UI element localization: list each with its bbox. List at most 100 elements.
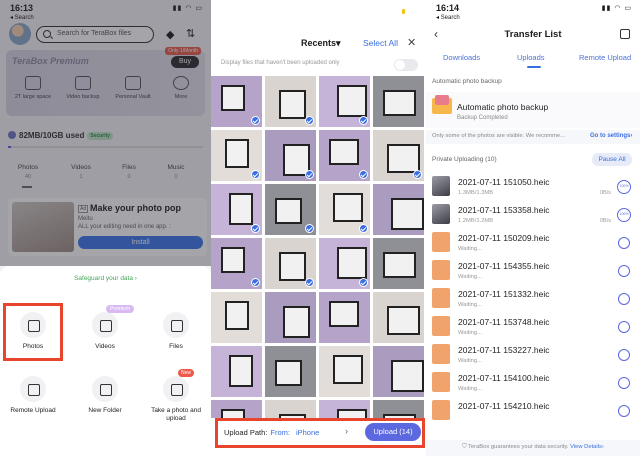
pending-ring-icon[interactable] [618,405,630,417]
transfer-row[interactable]: 2021-07-11 154100.heic Waiting... [426,370,640,398]
photo-thumbnail[interactable] [265,184,316,235]
photo-content [275,198,302,224]
transfer-status: Waiting... [458,330,482,336]
transfer-status: Waiting... [458,246,482,252]
progress-ring[interactable]: 100% [617,180,631,194]
selected-check-icon [251,170,260,179]
photo-thumbnail[interactable] [373,76,424,127]
photo-content [329,139,359,165]
photo-picker-panel: Recents▾ Select All ✕ Display files that… [211,0,426,456]
photo-thumbnail[interactable] [319,184,370,235]
upload-action-sheet: Safeguard your data › [0,266,211,456]
transfer-status: Waiting... [458,386,482,392]
section-label: Automatic photo backup [432,78,502,85]
pending-ring-icon[interactable] [618,377,630,389]
tab-active-indicator [527,66,541,68]
photo-thumbnail[interactable] [319,292,370,343]
photo-thumbnail[interactable] [319,76,370,127]
tab-remote-upload[interactable]: Remote Upload [579,53,631,62]
sheet-item-new-folder[interactable]: New Folder [75,376,135,415]
remote-upload-icon [20,376,46,402]
file-name: 2021-07-11 154100.heic [458,373,550,383]
photo-content [383,252,416,278]
pending-ring-icon[interactable] [618,349,630,361]
tab-uploads[interactable]: Uploads [517,53,545,62]
file-name: 2021-07-11 151050.heic [458,177,550,187]
selected-check-icon [305,224,314,233]
photo-thumbnail[interactable] [319,238,370,289]
photo-content [225,301,249,330]
pending-ring-icon[interactable] [618,237,630,249]
transfer-row[interactable]: 2021-07-11 153358.heic 1.2MB/1.2MB 0B/s 100… [426,202,640,230]
photo-thumbnail[interactable] [373,238,424,289]
sheet-item-remote-upload[interactable]: Remote Upload [3,376,63,415]
photo-thumbnail[interactable] [373,184,424,235]
photo-thumbnail[interactable] [265,238,316,289]
safeguard-link[interactable]: Safeguard your data › [0,275,211,282]
photo-thumbnail[interactable] [373,292,424,343]
progress-ring[interactable]: 100% [617,208,631,222]
image-file-icon [432,344,450,364]
photo-content [333,355,363,384]
photo-thumbnail[interactable] [211,130,262,181]
photo-content [225,139,249,168]
photo-thumbnail[interactable] [265,76,316,127]
file-name: 2021-07-11 153227.heic [458,345,550,355]
select-all-button[interactable]: Select All [363,38,398,48]
photo-content [337,247,367,279]
status-back-link[interactable]: ◂ Search [436,14,460,21]
image-file-icon [432,260,450,280]
photo-thumbnail[interactable] [211,184,262,235]
pending-ring-icon[interactable] [618,321,630,333]
selected-check-icon [251,116,260,125]
photo-thumbnail[interactable] [373,346,424,397]
photo-thumbnail[interactable] [265,130,316,181]
sheet-item-videos[interactable]: Videos [75,312,135,351]
status-indicator-icon [402,9,405,14]
photos-highlight-box [3,303,63,361]
photo-thumbnail[interactable] [373,130,424,181]
sheet-item-files[interactable]: Files [146,312,206,351]
photo-thumbnail[interactable] [319,130,370,181]
transfer-speed: 0B/s [600,218,612,224]
photo-thumbnail[interactable] [211,346,262,397]
photo-thumbnail[interactable] [211,238,262,289]
transfer-row[interactable]: 2021-07-11 150209.heic Waiting... [426,230,640,258]
sheet-item-take-photo[interactable]: Take a photo and upload [146,376,206,424]
unuploaded-only-toggle[interactable] [394,59,418,71]
selected-check-icon [251,224,260,233]
tab-downloads[interactable]: Downloads [443,53,480,62]
photo-content [279,252,306,281]
auto-backup-status: Backup Completed [457,115,508,121]
selected-check-icon [305,116,314,125]
transfer-speed: 0B/s [600,190,612,196]
photo-thumbnail[interactable] [319,346,370,397]
signal-wifi-battery-icon: ▮▮ ◠ ▭ [601,5,632,12]
transfer-row[interactable]: 2021-07-11 154210.heic [426,398,640,426]
photo-thumbnail[interactable] [211,76,262,127]
image-file-icon [432,316,450,336]
modal-overlay[interactable] [0,0,211,266]
security-footer: ⛉ TeraBox guarantees your data security.… [426,440,640,456]
transfer-row[interactable]: 2021-07-11 153227.heic Waiting... [426,342,640,370]
photo-thumbnail[interactable] [265,346,316,397]
album-selector[interactable]: Recents▾ [301,38,341,49]
transfer-row[interactable]: 2021-07-11 151332.heic Waiting... [426,286,640,314]
pending-ring-icon[interactable] [618,265,630,277]
photo-content [221,247,245,273]
transfer-row[interactable]: 2021-07-11 151050.heic 1.3MB/1.3MB 0B/s 100… [426,174,640,202]
file-name: 2021-07-11 154210.heic [458,401,550,411]
photo-content [387,144,420,173]
transfer-row[interactable]: 2021-07-11 153748.heic Waiting... [426,314,640,342]
pending-ring-icon[interactable] [618,293,630,305]
status-time: 16:14 [436,3,460,13]
pause-all-button[interactable]: Pause All [592,153,632,166]
close-icon[interactable]: ✕ [407,36,416,49]
go-to-settings-link[interactable]: Go to settings› [590,133,632,139]
transfer-row[interactable]: 2021-07-11 154355.heic Waiting... [426,258,640,286]
photo-thumbnail[interactable] [265,292,316,343]
photo-thumbnail[interactable] [211,292,262,343]
view-details-link[interactable]: View Details› [570,444,604,450]
new-badge: New [178,369,195,377]
edit-icon[interactable] [620,29,630,39]
